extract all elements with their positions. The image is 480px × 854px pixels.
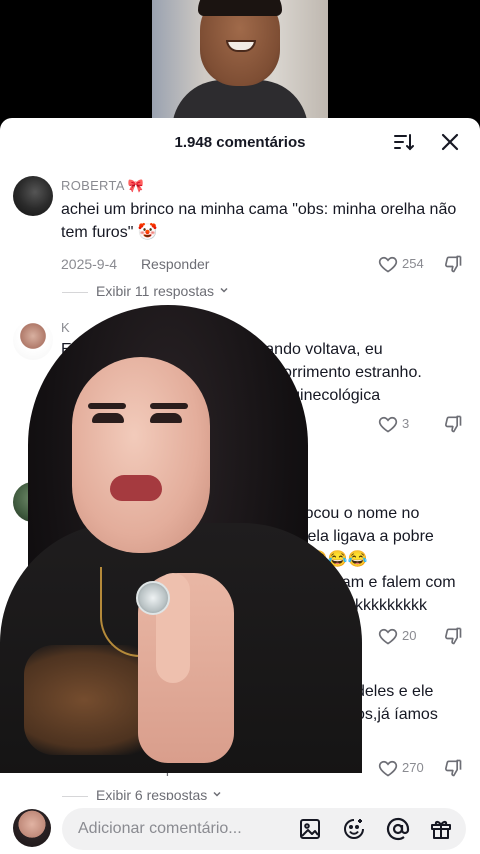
comment-text: os,já íamos xyxy=(356,706,438,723)
like-button[interactable]: 20 xyxy=(378,626,430,646)
like-count: 3 xyxy=(402,416,410,431)
like-button[interactable]: 3 xyxy=(378,414,430,434)
chevron-down-icon xyxy=(220,287,228,293)
at-mention-icon[interactable] xyxy=(386,817,410,841)
comment-meta: 2025-9-4 Responder xyxy=(61,256,209,272)
reply-button[interactable]: Responder xyxy=(141,256,210,272)
video-frame xyxy=(152,0,328,130)
background-video[interactable] xyxy=(0,0,480,130)
heart-icon xyxy=(378,760,398,777)
comment-text: achei um brinco na minha cama "obs: minh… xyxy=(61,201,457,241)
image-icon[interactable] xyxy=(298,817,322,841)
comment-input[interactable] xyxy=(78,808,288,850)
comments-header: 1.948 comentários xyxy=(0,118,480,166)
comment-text: l deles e ele xyxy=(348,683,434,700)
sort-icon[interactable] xyxy=(392,130,416,154)
thumbs-down-icon[interactable] xyxy=(443,254,463,274)
avatar[interactable] xyxy=(13,176,53,216)
like-count: 20 xyxy=(402,628,417,643)
thumbs-down-icon[interactable] xyxy=(443,626,463,646)
thumbs-down-icon[interactable] xyxy=(443,758,463,778)
heart-icon xyxy=(378,416,398,433)
chevron-down-icon xyxy=(213,791,221,797)
close-icon[interactable] xyxy=(438,130,462,154)
overlay-video-person[interactable] xyxy=(0,305,362,773)
heart-icon xyxy=(378,256,398,273)
like-button[interactable]: 254 xyxy=(378,254,430,274)
heart-icon xyxy=(378,628,398,645)
view-replies-button[interactable]: Exibir 11 respostas xyxy=(62,283,230,299)
comment-username[interactable]: ROBERTA 🎀 xyxy=(61,178,144,194)
avatar xyxy=(13,809,51,847)
like-count: 254 xyxy=(402,256,424,271)
emoji-icon[interactable] xyxy=(342,817,366,841)
comment-date: 2025-9-4 xyxy=(61,256,118,272)
comment-input-bar xyxy=(0,800,480,854)
gift-icon[interactable] xyxy=(429,817,453,841)
like-button[interactable]: 270 xyxy=(378,758,430,778)
like-count: 270 xyxy=(402,760,424,775)
comment-field[interactable] xyxy=(62,808,466,850)
thumbs-down-icon[interactable] xyxy=(443,414,463,434)
